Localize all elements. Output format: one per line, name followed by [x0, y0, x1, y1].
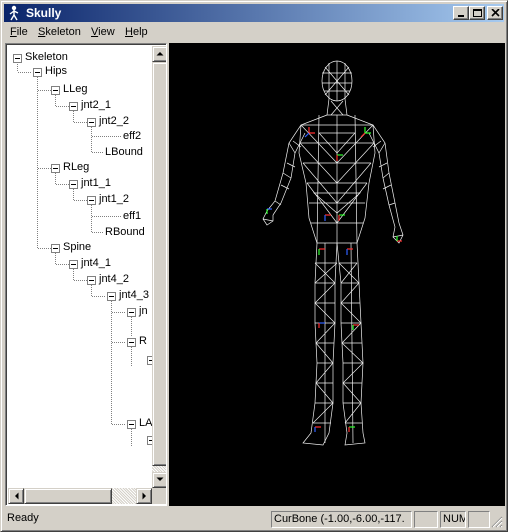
minimize-icon	[458, 15, 464, 17]
tree-node-jnt2-1[interactable]: jnt2_1	[81, 99, 111, 112]
tree-node-jnt2-2[interactable]: jnt2_2	[99, 115, 129, 128]
tree-node-jnt1-2[interactable]: jnt1_2	[99, 193, 129, 206]
scroll-up-button[interactable]	[152, 46, 166, 62]
close-icon	[491, 9, 500, 17]
collapse-la-button[interactable]	[127, 420, 136, 429]
vertical-scroll-thumb[interactable]	[152, 62, 166, 466]
status-num-indicator: NUM	[440, 511, 466, 528]
window-title: Skully	[26, 6, 62, 20]
tree-node-la[interactable]: LA	[139, 417, 152, 430]
wireframe-human-model	[262, 60, 404, 446]
scrollbar-corner	[152, 488, 166, 504]
tree-node-lleg[interactable]: LLeg	[63, 83, 87, 96]
collapse-spine-button[interactable]	[51, 244, 60, 253]
arrow-right-icon	[142, 492, 146, 500]
tree-node-jnt1-1[interactable]: jnt1_1	[81, 177, 111, 190]
menu-help[interactable]: Help	[125, 26, 148, 39]
tree-node-jnt4-3[interactable]: jnt4_3	[119, 289, 149, 302]
resize-grip-icon[interactable]	[491, 516, 503, 528]
status-text: Ready	[7, 512, 39, 524]
tree-node-eff2[interactable]: eff2	[123, 130, 141, 143]
collapse-r-button[interactable]	[127, 338, 136, 347]
app-window: Skully File Skeleton View Help Skeleton …	[0, 0, 508, 532]
menu-file[interactable]: File	[10, 26, 28, 39]
status-curbone: CurBone (-1.00,-6.00,-117.	[271, 511, 412, 528]
maximize-button[interactable]	[469, 6, 485, 20]
tree-vertical-scrollbar[interactable]	[152, 46, 166, 488]
tree-canvas: Skeleton Hips LLeg jnt2_1 jnt2_2 eff2 LB…	[8, 46, 152, 488]
tree-node-spine[interactable]: Spine	[63, 241, 91, 254]
menu-bar: File Skeleton View Help	[4, 23, 504, 42]
collapse-jnt4-1-button[interactable]	[69, 260, 78, 269]
collapse-jnt2-1-button[interactable]	[69, 102, 78, 111]
tree-node-lbound[interactable]: LBound	[105, 146, 143, 159]
menu-view[interactable]: View	[91, 26, 115, 39]
tree-node-rbound[interactable]: RBound	[105, 226, 145, 239]
collapse-rleg-button[interactable]	[51, 164, 60, 173]
minimize-button[interactable]	[453, 6, 469, 20]
collapse-jnt2-2-button[interactable]	[87, 118, 96, 127]
arrow-up-icon	[156, 52, 164, 56]
tree-node-rleg[interactable]: RLeg	[63, 161, 89, 174]
tree-node-hips[interactable]: Hips	[45, 65, 67, 78]
skeleton-tree-view[interactable]: Skeleton Hips LLeg jnt2_1 jnt2_2 eff2 LB…	[5, 43, 167, 506]
horizontal-scroll-thumb[interactable]	[24, 488, 112, 504]
tree-horizontal-scrollbar[interactable]	[8, 488, 152, 504]
scroll-left-button[interactable]	[8, 488, 24, 504]
tree-node-eff1[interactable]: eff1	[123, 210, 141, 223]
status-bar: Ready CurBone (-1.00,-6.00,-117. NUM	[4, 509, 504, 529]
skull-app-icon	[9, 5, 19, 21]
collapse-hips-button[interactable]	[33, 68, 42, 77]
maximize-icon	[473, 9, 482, 17]
collapse-skeleton-button[interactable]	[13, 54, 22, 63]
tree-node-jnt4-1[interactable]: jnt4_1	[81, 257, 111, 270]
collapse-jn-button[interactable]	[127, 308, 136, 317]
status-scroll-indicator	[468, 511, 490, 528]
collapse-jnt1-1-button[interactable]	[69, 180, 78, 189]
arrow-down-icon	[156, 477, 164, 481]
collapse-lleg-button[interactable]	[51, 86, 60, 95]
scroll-right-button[interactable]	[136, 488, 152, 504]
scroll-down-button[interactable]	[152, 472, 166, 488]
collapse-jnt1-2-button[interactable]	[87, 196, 96, 205]
tree-node-r[interactable]: R	[139, 335, 147, 348]
tree-node-jn[interactable]: jn	[139, 305, 148, 318]
collapse-jnt4-3-button[interactable]	[107, 292, 116, 301]
close-button[interactable]	[487, 6, 503, 20]
title-bar[interactable]: Skully	[4, 4, 504, 22]
tree-node-jnt4-2[interactable]: jnt4_2	[99, 273, 129, 286]
menu-skeleton[interactable]: Skeleton	[38, 26, 81, 39]
tree-node-skeleton[interactable]: Skeleton	[25, 51, 68, 64]
3d-viewport[interactable]	[169, 43, 505, 506]
arrow-left-icon	[15, 492, 19, 500]
status-empty-indicator	[414, 511, 438, 528]
collapse-jnt4-2-button[interactable]	[87, 276, 96, 285]
